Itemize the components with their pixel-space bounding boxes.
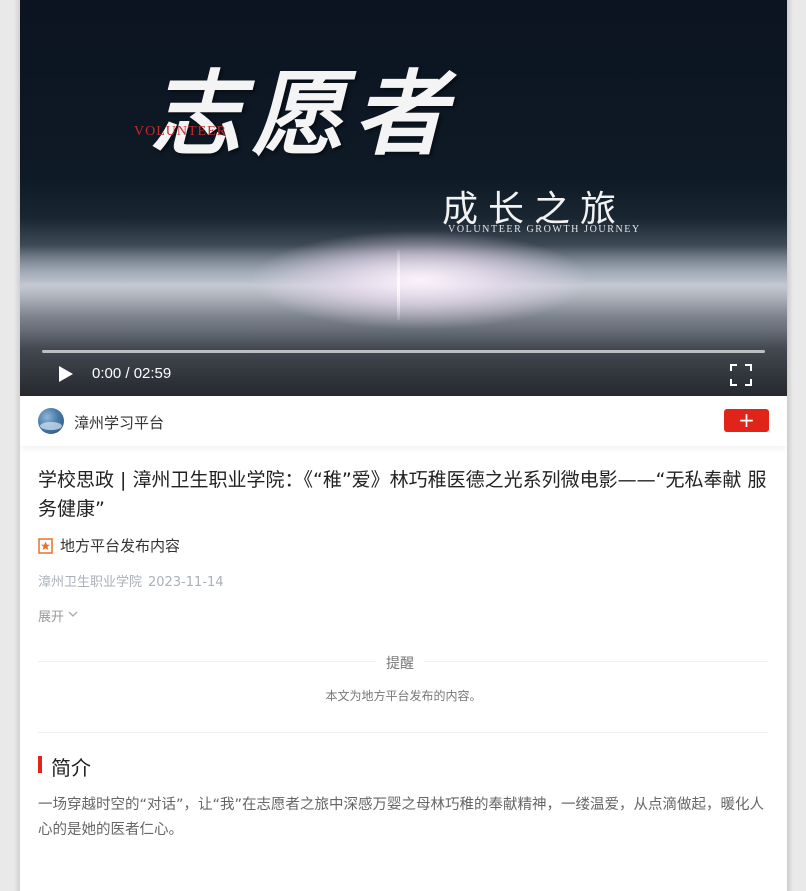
chevron-down-icon [68, 610, 78, 621]
video-progress-bar[interactable] [42, 350, 765, 353]
badge-icon [38, 537, 53, 554]
video-controls [20, 330, 787, 396]
article-author[interactable]: 漳州卫生职业学院 [38, 575, 142, 590]
article-meta: 漳州卫生职业学院 2023-11-14 [38, 571, 224, 590]
expand-toggle[interactable]: 展开 [38, 606, 78, 625]
video-time: 0:00 / 02:59 [92, 365, 172, 382]
article-date: 2023-11-14 [148, 575, 224, 590]
play-icon[interactable] [56, 364, 76, 384]
reminder-text: 本文为地方平台发布的内容。 [325, 689, 482, 703]
video-title-en: VOLUNTEER [134, 124, 227, 139]
fullscreen-icon[interactable] [730, 364, 752, 386]
reminder-title: 提醒 [376, 653, 424, 673]
follow-button[interactable]: + [724, 409, 769, 432]
article-page: 志愿者 VOLUNTEER 成长之旅 VOLUNTEER GROWTH JOUR… [20, 0, 787, 891]
source-tag-label: 地方平台发布内容 [60, 537, 181, 555]
video-subtitle-en: VOLUNTEER GROWTH JOURNEY [448, 224, 641, 235]
channel-name[interactable]: 漳州学习平台 [74, 412, 164, 433]
video-title-main: 志愿者 [150, 60, 457, 168]
source-tag: 地方平台发布内容 [38, 535, 180, 556]
channel-avatar[interactable] [38, 408, 64, 434]
video-player[interactable]: 志愿者 VOLUNTEER 成长之旅 VOLUNTEER GROWTH JOUR… [20, 0, 787, 396]
divider [38, 732, 768, 733]
channel-bar: 漳州学习平台 + [20, 396, 787, 446]
intro-text: 一场穿越时空的“对话”，让“我”在志愿者之旅中深感万婴之母林巧稚的奉献精神，一缕… [38, 797, 765, 838]
section-accent-bar [38, 756, 42, 773]
expand-label: 展开 [38, 610, 65, 625]
intro-heading: 简介 [51, 756, 91, 780]
article-title: 学校思政 | 漳州卫生职业学院：《“稚”爱》林巧稚医德之光系列微电影——“无私奉… [38, 469, 767, 520]
